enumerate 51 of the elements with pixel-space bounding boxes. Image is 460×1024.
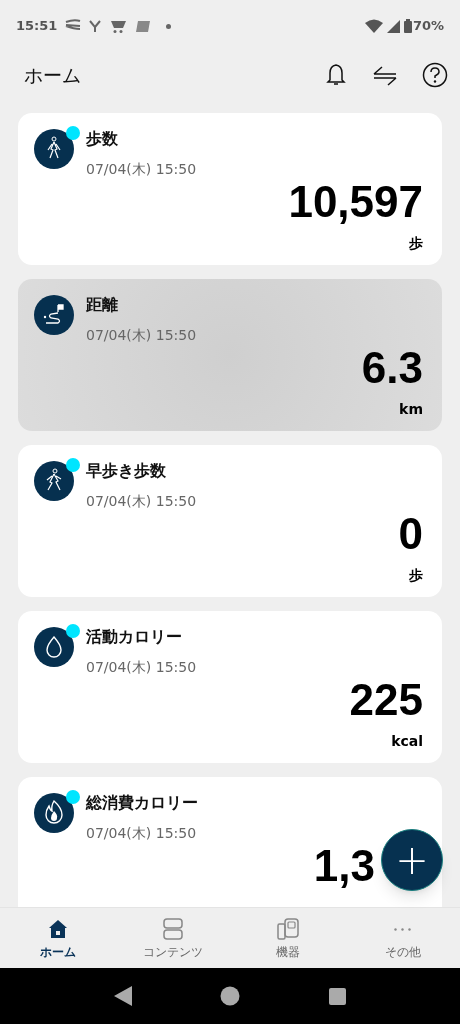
dot-icon	[166, 23, 172, 29]
metric-card[interactable]: 早歩き歩数 07/04(木) 15:50 0 歩	[18, 445, 442, 597]
back-icon[interactable]	[114, 986, 133, 1006]
recents-icon[interactable]	[328, 987, 346, 1005]
metric-value: 0	[398, 512, 423, 556]
page-title: ホーム	[24, 62, 82, 88]
battery-icon	[403, 19, 412, 33]
card-title: 活動カロリー	[86, 627, 182, 647]
metric-card[interactable]: 歩数 07/04(木) 15:50 10,597 歩	[18, 113, 442, 265]
metric-unit: 歩	[409, 566, 423, 585]
metric-value: 6.3	[361, 346, 423, 390]
card-date: 07/04(木) 15:50	[86, 658, 197, 676]
home-icon[interactable]	[220, 986, 241, 1006]
card-title: 歩数	[86, 129, 118, 149]
swoosh-icon	[65, 19, 82, 33]
metric-value: 225	[349, 678, 423, 722]
metric-unit: km	[399, 400, 423, 419]
devices-icon	[275, 917, 300, 941]
more-icon	[394, 927, 411, 931]
bell-icon[interactable]	[326, 63, 346, 87]
card-title: 距離	[86, 295, 118, 315]
card-title: 早歩き歩数	[86, 461, 166, 481]
card-title: 総消費カロリー	[86, 793, 198, 813]
route-flag-icon	[34, 295, 74, 335]
metric-value: 1,3	[313, 844, 375, 888]
walker-icon	[34, 461, 74, 501]
metric-card[interactable]: 活動カロリー 07/04(木) 15:50 225 kcal	[18, 611, 442, 763]
metric-unit: kcal	[391, 732, 423, 751]
help-icon[interactable]	[422, 62, 448, 88]
card-date: 07/04(木) 15:50	[86, 326, 197, 344]
card-date: 07/04(木) 15:50	[86, 160, 197, 178]
walker-icon	[34, 129, 74, 169]
status-time: 15:51	[16, 17, 58, 36]
card-date: 07/04(木) 15:50	[86, 824, 197, 842]
flame-icon	[34, 793, 74, 833]
nav-tab[interactable]: その他	[345, 908, 460, 968]
battery-percent: 70%	[412, 17, 444, 36]
card-date: 07/04(木) 15:50	[86, 492, 197, 510]
metric-unit: 歩	[409, 234, 423, 253]
metric-card[interactable]: 距離 07/04(木) 15:50 6.3 km	[18, 279, 442, 431]
cart-icon	[111, 19, 127, 33]
nav-tab[interactable]: ホーム	[0, 908, 115, 968]
wifi-icon	[364, 19, 383, 33]
signal-icon	[386, 19, 400, 33]
swap-icon[interactable]	[372, 64, 398, 86]
drop-icon	[34, 627, 74, 667]
stacked-panels-icon	[160, 917, 185, 941]
y-letter-icon	[89, 19, 102, 33]
nav-tab[interactable]: コンテンツ	[115, 908, 230, 968]
metric-value: 10,597	[288, 180, 423, 224]
nav-tab[interactable]: 機器	[230, 908, 345, 968]
